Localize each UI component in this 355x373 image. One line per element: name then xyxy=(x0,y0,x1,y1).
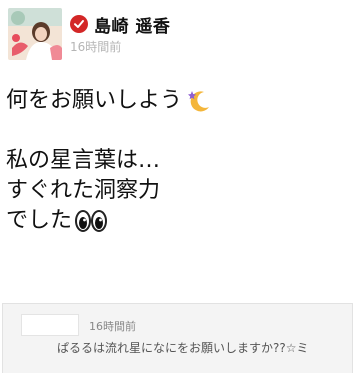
comment-text: ぱるるは流れ星になにをお願いしますか??☆ミ xyxy=(57,341,309,355)
author-avatar[interactable] xyxy=(8,8,62,60)
post-card: 島崎 遥香 16時間前 何をお願いしよう 私の星言葉は… すぐれた洞察力 でした xyxy=(0,0,355,373)
post-line: 何をお願いしよう xyxy=(6,86,351,116)
post-line: でした xyxy=(6,206,351,236)
author-name[interactable]: 島崎 遥香 xyxy=(94,12,170,37)
post-line-text: でした xyxy=(6,208,73,233)
comment-item: 16時間前 ぱるるは流れ星になにをお願いしますか??☆ミ xyxy=(2,303,353,373)
post-line-text: 私の星言葉は… xyxy=(6,148,161,173)
eyes-icon xyxy=(74,208,108,234)
post-line: すぐれた洞察力 xyxy=(6,176,351,206)
post-timestamp[interactable]: 16時間前 xyxy=(70,38,121,55)
moon-star-icon xyxy=(186,88,212,114)
commenter-avatar-placeholder[interactable] xyxy=(21,314,79,336)
post-line-text: 何をお願いしよう xyxy=(6,88,183,113)
avatar-image xyxy=(8,8,62,60)
post-line: 私の星言葉は… xyxy=(6,146,351,176)
author-row: 島崎 遥香 xyxy=(70,12,170,37)
comment-timestamp: 16時間前 xyxy=(89,320,136,333)
post-line-text: すぐれた洞察力 xyxy=(6,178,161,203)
verified-check-icon xyxy=(70,15,88,33)
post-header: 島崎 遥香 16時間前 xyxy=(8,8,348,60)
post-body: 何をお願いしよう 私の星言葉は… すぐれた洞察力 でした xyxy=(6,86,351,236)
